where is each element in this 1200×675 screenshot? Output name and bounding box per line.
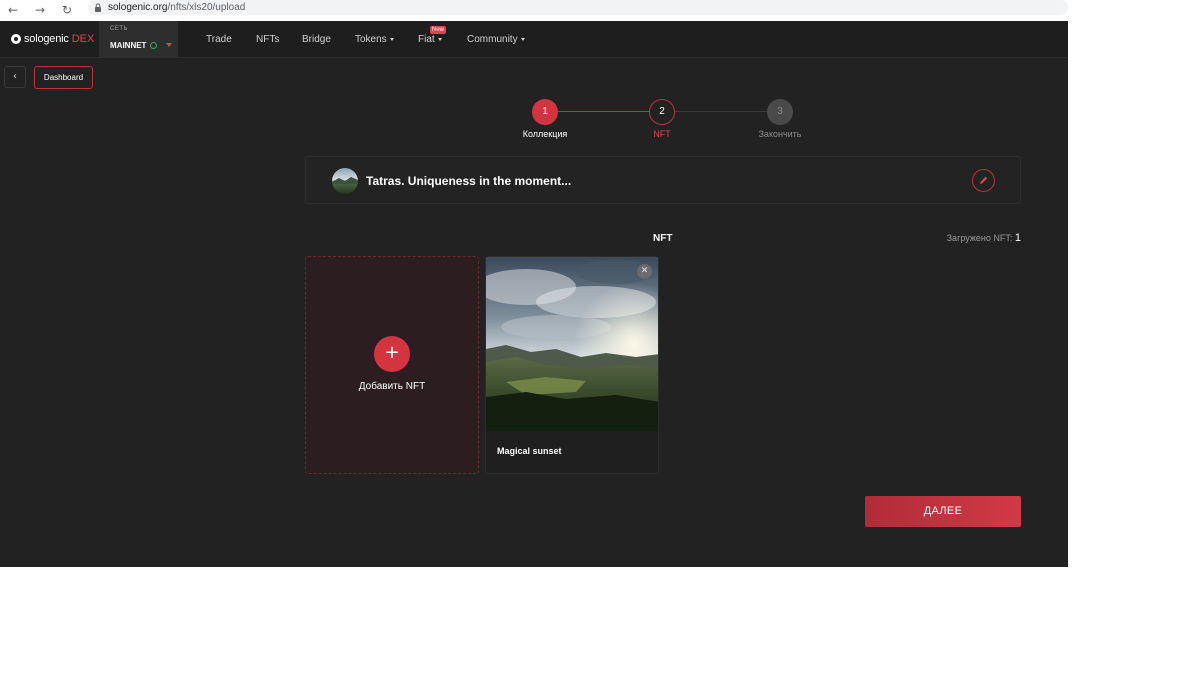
stepper-line-pending [674,111,767,112]
collection-card: Tatras. Uniqueness in the moment... [305,156,1021,204]
plus-icon[interactable]: + [374,336,410,372]
uploaded-label: Загружено NFT: [946,233,1013,243]
step-2-label: NFT [653,129,671,139]
url-path: /nfts/xls20/upload [167,2,246,13]
chevron-left-icon: ‹ [13,71,17,82]
chevron-down-icon [437,37,442,41]
nav-community[interactable]: Community [467,34,525,45]
uploaded-count: 1 [1014,232,1021,244]
url-text: sologenic.org/nfts/xls20/upload [108,2,245,13]
top-navigation: sologenic DEX СЕТЬ MAINNET Trade NFTs Br… [0,21,1068,58]
nav-tokens[interactable]: Tokens [355,34,394,45]
step-3-label: Закончить [758,129,802,139]
network-status-icon [150,42,157,49]
add-nft-card[interactable]: + Добавить NFT [305,256,479,474]
nft-section-heading: NFT [653,233,673,244]
nav-bridge[interactable]: Bridge [302,34,331,45]
nft-name: Magical sunset [497,446,562,456]
step-1-label: Коллекция [522,129,568,139]
pencil-icon [980,176,988,184]
reload-icon[interactable]: ↻ [60,3,74,17]
nav-trade[interactable]: Trade [206,34,232,45]
lock-icon [94,3,102,12]
add-nft-label: Добавить NFT [358,381,426,392]
step-1-circle: 1 [532,99,558,125]
collection-title: Tatras. Uniqueness in the moment... [366,174,572,188]
logo-text: sologenic [24,33,69,45]
network-selector[interactable]: СЕТЬ MAINNET [99,21,178,58]
logo[interactable]: sologenic DEX [11,33,94,45]
close-icon[interactable]: ✕ [637,264,652,279]
collection-avatar [332,168,358,194]
nft-card[interactable]: ✕ Magical sunset [485,256,659,474]
nav-nfts[interactable]: NFTs [256,34,279,45]
chevron-down-icon [389,37,394,41]
step-3-circle: 3 [767,99,793,125]
next-button[interactable]: ДАЛЕЕ [865,496,1021,527]
edit-collection-button[interactable] [972,169,995,192]
nft-image [486,257,658,431]
arrow-right-icon[interactable]: → [33,3,47,17]
arrow-left-icon[interactable]: ← [6,3,20,17]
logo-icon [11,34,21,44]
nav-community-label: Community [467,34,518,45]
nav-fiat[interactable]: Fiat [418,34,442,45]
dashboard-button[interactable]: Dashboard [34,66,93,89]
step-2-circle: 2 [649,99,675,125]
app-window: sologenic DEX СЕТЬ MAINNET Trade NFTs Br… [0,21,1068,567]
browser-toolbar: ← → ↻ ⌂ sologenic.org/nfts/xls20/upload [0,0,1200,20]
address-bar[interactable]: sologenic.org/nfts/xls20/upload [88,0,1068,15]
url-host: sologenic.org [108,2,168,13]
chevron-down-icon [166,43,172,47]
nav-fiat-label: Fiat [418,34,435,45]
chevron-down-icon [520,37,525,41]
network-label: СЕТЬ [110,26,128,32]
new-badge: New [430,26,447,34]
nav-tokens-label: Tokens [355,34,387,45]
stepper-line-complete [557,111,650,112]
back-button[interactable]: ‹ [4,66,26,88]
logo-dex: DEX [71,33,95,45]
uploaded-count-text: Загружено NFT: 1 [947,232,1021,244]
network-value: MAINNET [110,41,147,50]
